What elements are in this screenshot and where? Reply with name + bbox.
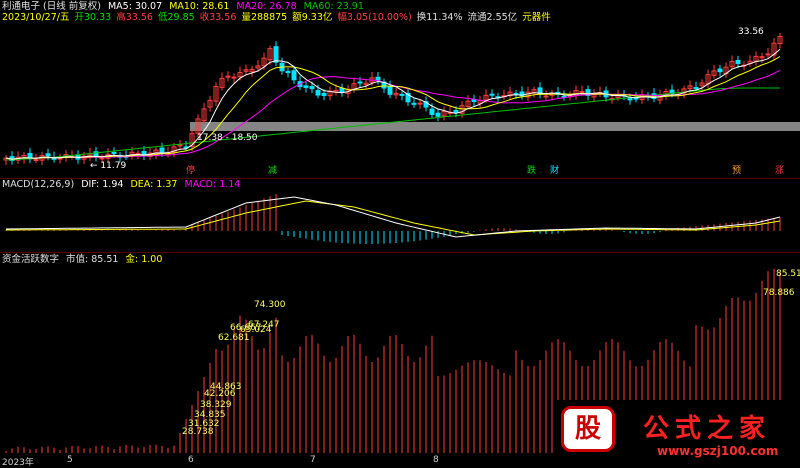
- candle-body: [717, 68, 723, 73]
- ma10-line: [5, 56, 781, 160]
- candle-body: [429, 108, 435, 115]
- fund-value-38: 38.329: [200, 400, 232, 410]
- candle-body: [579, 91, 585, 94]
- candle-body: [765, 53, 771, 56]
- fund-value-31: 31.632: [188, 419, 220, 429]
- candle-body: [543, 95, 549, 98]
- macd-chart[interactable]: [0, 179, 800, 252]
- fund-value-65: 65.024: [240, 325, 272, 335]
- candle-body: [489, 93, 495, 96]
- candle-body: [111, 151, 117, 155]
- candle-body: [99, 157, 105, 160]
- price-panel[interactable]: 利通电子 (日线 前复权) MA5: 30.07 MA10: 28.61 MA2…: [0, 0, 800, 178]
- event-tag-rise[interactable]: 涨: [775, 166, 784, 176]
- candle-body: [387, 85, 393, 95]
- fund-value-74: 74.300: [254, 300, 286, 310]
- watermark-stock-icon: 股: [561, 406, 615, 452]
- candle-body: [435, 112, 441, 117]
- xaxis-jun: 6: [188, 455, 194, 465]
- candle-body: [231, 76, 237, 79]
- watermark-url: www.gszj100.com: [657, 444, 779, 458]
- candle-body: [339, 87, 345, 93]
- event-tag-forecast[interactable]: 预: [732, 166, 741, 176]
- event-tag-suspend[interactable]: 停: [186, 166, 195, 176]
- candle-body: [315, 90, 321, 96]
- fund-value-85: 85.51: [776, 269, 800, 279]
- macd-bars: [5, 194, 781, 244]
- candle-body: [633, 97, 639, 100]
- fund-value-44: 44.863: [210, 382, 242, 392]
- band-label: 17.38 - 18.50: [197, 133, 258, 143]
- candle-body: [417, 102, 423, 105]
- ma5-line: [5, 48, 781, 160]
- watermark: 股 公式之家 www.gszj100.com: [555, 400, 800, 460]
- candle-body: [735, 59, 741, 64]
- xaxis-may: 5: [67, 455, 73, 465]
- candle-body: [291, 70, 297, 81]
- candle-body: [177, 144, 183, 147]
- candle-body: [273, 46, 279, 63]
- event-tag-fall[interactable]: 跌: [527, 166, 536, 176]
- candle-body: [453, 109, 459, 113]
- fund-value-34: 34.835: [194, 410, 226, 420]
- watermark-stock-text: 股: [574, 414, 601, 444]
- candle-body: [375, 76, 381, 81]
- price-chart[interactable]: [0, 0, 800, 178]
- high-price-label: 33.56: [738, 27, 764, 37]
- candles: [3, 32, 783, 166]
- candle-body: [33, 158, 39, 161]
- candle-body: [321, 92, 327, 96]
- candle-body: [303, 85, 309, 89]
- xaxis-jul: 7: [310, 455, 316, 465]
- event-tag-finance[interactable]: 财: [550, 166, 559, 176]
- ma20-line: [5, 69, 781, 160]
- low-price-label: ← 11.79: [90, 161, 127, 171]
- event-tag-reduce[interactable]: 减: [268, 166, 277, 176]
- candle-body: [159, 147, 165, 154]
- candle-body: [399, 93, 405, 96]
- dea-line: [6, 200, 781, 236]
- candle-body: [45, 153, 51, 157]
- candle-body: [225, 75, 231, 78]
- watermark-title: 公式之家: [643, 414, 772, 444]
- xaxis-aug: 8: [433, 455, 439, 465]
- candle-body: [693, 87, 699, 90]
- candle-body: [309, 86, 315, 90]
- price-band: [190, 122, 800, 131]
- macd-panel[interactable]: MACD(12,26,9) DIF: 1.94 DEA: 1.37 MACD: …: [0, 179, 800, 252]
- xaxis-year: 2023年: [2, 458, 34, 468]
- fund-value-78: 78.886: [763, 288, 795, 298]
- candle-body: [285, 70, 291, 74]
- candle-body: [411, 102, 417, 105]
- candle-body: [357, 81, 363, 84]
